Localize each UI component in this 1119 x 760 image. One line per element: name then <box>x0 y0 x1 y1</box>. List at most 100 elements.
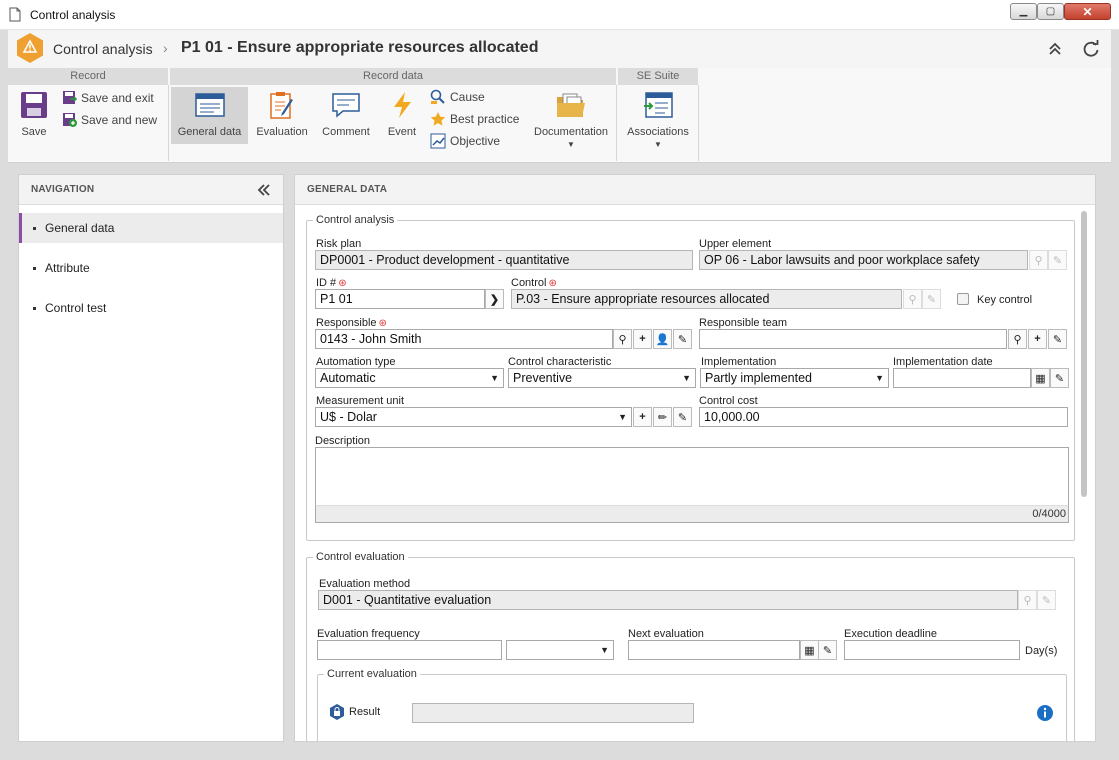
chart-trend-icon <box>430 133 446 149</box>
documentation-dropdown[interactable]: Documentation ▼ <box>532 90 610 149</box>
evaluation-method-label: Evaluation method <box>319 578 411 590</box>
nav-item-attribute[interactable]: Attribute <box>19 253 283 283</box>
search-icon[interactable]: ⚲ <box>1008 329 1027 349</box>
best-practice-button[interactable]: Best practice <box>430 111 519 127</box>
next-evaluation-label: Next evaluation <box>628 628 704 640</box>
save-new-icon <box>63 113 77 127</box>
dropdown-arrow-icon: ▼ <box>654 140 662 149</box>
clear-brush-icon[interactable]: ✎ <box>1050 368 1069 388</box>
dropdown-arrow-icon: ▼ <box>682 373 691 383</box>
save-and-new-button[interactable]: Save and new <box>62 112 157 127</box>
search-icon: ⚲ <box>903 289 922 309</box>
evaluation-frequency-field[interactable] <box>317 640 502 660</box>
implementation-date-label: Implementation date <box>893 356 993 368</box>
calendar-icon[interactable]: ▦ <box>800 640 819 660</box>
dropdown-arrow-icon: ▼ <box>600 645 609 655</box>
frequency-unit-select[interactable]: ▼ <box>506 640 614 660</box>
close-button[interactable]: ✕ <box>1064 3 1111 20</box>
vertical-scrollbar[interactable] <box>1081 211 1087 497</box>
clear-brush-icon[interactable]: ✎ <box>673 329 692 349</box>
result-field <box>412 703 694 723</box>
maximize-button[interactable]: ▢ <box>1037 3 1064 20</box>
refresh-icon[interactable] <box>1082 40 1100 58</box>
evaluation-method-field: D001 - Quantitative evaluation <box>318 590 1018 610</box>
clear-brush-icon[interactable]: ✎ <box>673 407 692 427</box>
ribbon-toolbar: Record Record data SE Suite Save Save an… <box>8 68 1111 163</box>
nav-item-general-data[interactable]: General data <box>19 213 283 243</box>
key-control-label: Key control <box>977 294 1033 306</box>
add-icon[interactable]: + <box>1028 329 1047 349</box>
search-icon[interactable]: ⚲ <box>613 329 632 349</box>
execution-deadline-label: Execution deadline <box>844 628 937 640</box>
ribbon-group-se-suite: SE Suite <box>618 68 698 85</box>
id-field[interactable]: P1 01 <box>315 289 485 309</box>
clear-brush-icon: ✎ <box>1048 250 1067 270</box>
associations-dropdown[interactable]: Associations ▼ <box>622 90 694 149</box>
implementation-date-field[interactable] <box>893 368 1031 388</box>
control-cost-label: Control cost <box>699 395 758 407</box>
upper-element-label: Upper element <box>699 238 772 250</box>
measurement-unit-select[interactable]: U$ - Dolar ▼ <box>315 407 632 427</box>
implementation-select[interactable]: Partly implemented ▼ <box>700 368 889 388</box>
general-data-button[interactable]: General data <box>171 87 248 144</box>
breadcrumb-separator: › <box>163 40 168 56</box>
objective-button[interactable]: Objective <box>430 133 500 149</box>
control-analysis-legend: Control analysis <box>316 214 395 226</box>
minimize-button[interactable]: ▁ <box>1010 3 1037 20</box>
automation-type-label: Automation type <box>316 356 396 368</box>
evaluation-button[interactable]: Evaluation <box>252 90 312 138</box>
add-icon[interactable]: + <box>633 329 652 349</box>
associations-icon <box>644 92 673 118</box>
collapse-up-icon[interactable] <box>1048 42 1062 56</box>
key-control-checkbox[interactable] <box>957 293 969 305</box>
nav-item-control-test[interactable]: Control test <box>19 293 283 323</box>
character-counter: 0/4000 <box>315 505 1069 523</box>
id-label: ID # ⊛ <box>316 277 347 289</box>
calendar-icon[interactable]: ▦ <box>1031 368 1050 388</box>
edit-pencil-icon[interactable]: ✏ <box>653 407 672 427</box>
evaluation-frequency-label: Evaluation frequency <box>317 628 420 640</box>
cause-button[interactable]: Cause <box>430 89 485 105</box>
double-chevron-left-icon[interactable] <box>257 184 271 196</box>
control-cost-field[interactable]: 10,000.00 <box>699 407 1068 427</box>
responsible-team-field[interactable] <box>699 329 1007 349</box>
risk-plan-label: Risk plan <box>316 238 362 250</box>
upper-element-field: OP 06 - Labor lawsuits and poor workplac… <box>699 250 1028 270</box>
responsible-label: Responsible ⊛ <box>316 317 387 329</box>
folder-documents-icon <box>557 93 585 117</box>
navigation-panel: NAVIGATION General data Attribute Contro… <box>18 174 284 742</box>
control-characteristic-select[interactable]: Preventive ▼ <box>508 368 696 388</box>
next-evaluation-field[interactable] <box>628 640 800 660</box>
window-titlebar: Control analysis ▁ ▢ ✕ <box>0 0 1119 30</box>
shield-lock-icon <box>330 704 344 720</box>
clear-brush-icon[interactable]: ✎ <box>1048 329 1067 349</box>
save-and-exit-button[interactable]: Save and exit <box>62 90 154 105</box>
clear-brush-icon[interactable]: ✎ <box>818 640 837 660</box>
user-icon[interactable]: 👤 <box>653 329 672 349</box>
search-icon: ⚲ <box>1018 590 1037 610</box>
comment-button[interactable]: Comment <box>318 90 374 138</box>
ribbon-group-record-data: Record data <box>170 68 616 85</box>
document-icon <box>9 7 21 22</box>
description-label: Description <box>315 435 371 447</box>
next-chevron-icon[interactable]: ❯ <box>485 289 504 309</box>
breadcrumb[interactable]: Control analysis <box>53 41 153 57</box>
execution-deadline-field[interactable] <box>844 640 1020 660</box>
responsible-field[interactable]: 0143 - John Smith <box>315 329 613 349</box>
info-icon[interactable] <box>1036 704 1054 722</box>
event-button[interactable]: Event <box>380 90 424 138</box>
window-title: Control analysis <box>30 8 116 22</box>
save-button[interactable]: Save <box>14 90 54 138</box>
control-evaluation-legend: Control evaluation <box>316 551 405 563</box>
control-field: P.03 - Ensure appropriate resources allo… <box>511 289 902 309</box>
clear-brush-icon: ✎ <box>922 289 941 309</box>
add-icon[interactable]: + <box>633 407 652 427</box>
automation-type-select[interactable]: Automatic ▼ <box>315 368 504 388</box>
deadline-unit-label: Day(s) <box>1025 645 1058 657</box>
lightning-icon <box>394 92 411 118</box>
form-icon <box>194 93 225 117</box>
page-header: Control analysis › P1 01 - Ensure approp… <box>8 30 1111 68</box>
required-icon: ⊛ <box>378 318 387 329</box>
ribbon-group-record: Record <box>8 68 168 85</box>
navigation-title: NAVIGATION <box>19 175 283 205</box>
